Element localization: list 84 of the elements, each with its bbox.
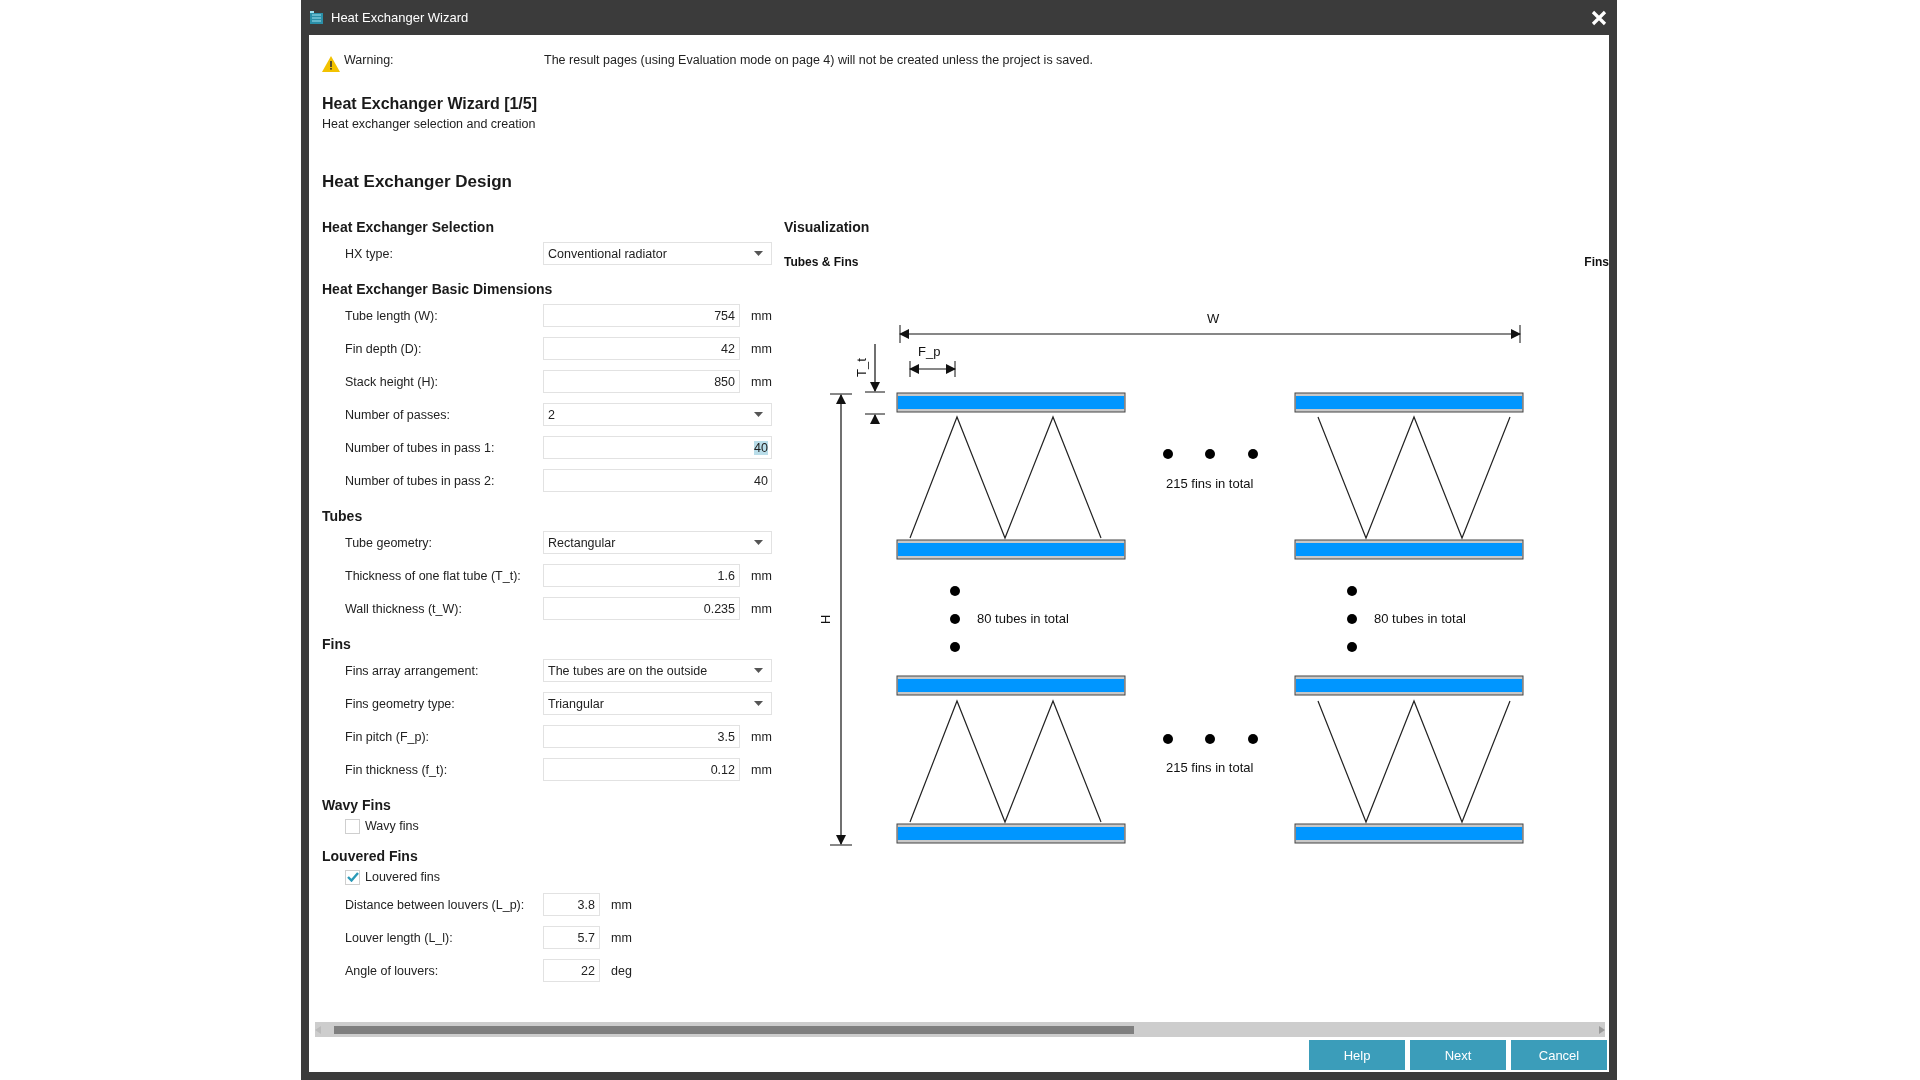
field-label: Wall thickness (t_W):: [345, 601, 463, 616]
checkbox-label[interactable]: Louvered fins: [365, 870, 441, 884]
window-title: Heat Exchanger Wizard: [331, 10, 470, 25]
field-label: Louver length (L_l):: [345, 930, 454, 945]
number-field[interactable]: 3.5: [543, 725, 740, 748]
section-heading: Visualization: [784, 218, 871, 237]
unit-label: mm: [751, 762, 772, 777]
number-field[interactable]: 0.12: [543, 758, 740, 781]
close-icon[interactable]: [1591, 9, 1607, 26]
number-field[interactable]: 40: [543, 469, 772, 492]
field-label: Fin pitch (F_p):: [345, 729, 431, 744]
caret-icon: [754, 540, 763, 545]
field-label: Number of passes:: [345, 407, 451, 422]
ellipsis-dots: [1347, 586, 1357, 652]
diagram-label: 215 fins in total: [1166, 760, 1254, 775]
unit-label: mm: [611, 930, 632, 945]
unit-label: mm: [751, 729, 772, 744]
checkbox[interactable]: [345, 869, 360, 885]
dropdown[interactable]: Triangular: [543, 692, 772, 715]
section-heading: Louvered Fins: [322, 847, 419, 866]
pitch-dimension-arrow: [909, 360, 956, 378]
caret-icon: [754, 668, 763, 673]
unit-label: mm: [751, 341, 772, 356]
section-heading: Heat Exchanger Basic Dimensions: [322, 280, 554, 299]
number-field[interactable]: 1.6: [543, 564, 740, 587]
caret-icon: [754, 412, 763, 417]
number-field[interactable]: 850: [543, 370, 740, 393]
app-icon: [309, 9, 325, 26]
diagram-label: H: [818, 614, 833, 624]
number-field[interactable]: 3.8: [543, 893, 600, 916]
unit-label: deg: [611, 963, 632, 978]
unit-label: mm: [751, 601, 772, 616]
caret-icon: [754, 701, 763, 706]
number-field[interactable]: 42: [543, 337, 740, 360]
warning-label: Warning:: [344, 53, 394, 67]
section-heading: Wavy Fins: [322, 796, 392, 815]
field-label: Tube length (W):: [345, 308, 439, 323]
diagram-label: 215 fins in total: [1166, 476, 1254, 491]
warning-message: The result pages (using Evaluation mode on page 4) will not be created unless the project is saved.: [544, 53, 1093, 67]
diagram-label: T_t: [854, 358, 869, 377]
page-heading: Heat Exchanger Design: [322, 172, 513, 192]
field-label: Fin thickness (f_t):: [345, 762, 449, 777]
panel-title: Fins: [1584, 255, 1609, 269]
field-label: HX type:: [345, 246, 394, 261]
diagram-label: W: [1207, 311, 1220, 326]
diagram-label: 80 tubes in total: [1374, 611, 1466, 626]
field-label: Number of tubes in pass 1:: [345, 440, 496, 455]
unit-label: mm: [751, 374, 772, 389]
unit-label: mm: [751, 568, 772, 583]
section-heading: Fins: [322, 635, 352, 654]
diagram-label: F_p: [918, 344, 941, 359]
dropdown[interactable]: The tubes are on the outside: [543, 659, 772, 682]
field-label: Fin depth (D):: [345, 341, 423, 356]
number-field[interactable]: 0.235: [543, 597, 740, 620]
caret-icon: [754, 251, 763, 256]
field-label: Tube geometry:: [345, 535, 434, 550]
unit-label: mm: [751, 308, 772, 323]
field-label: Fins geometry type:: [345, 696, 456, 711]
field-label: Fins array arrangement:: [345, 663, 480, 678]
scroll-right-icon[interactable]: [1599, 1025, 1605, 1034]
warning-icon: [322, 56, 340, 72]
field-label: Angle of louvers:: [345, 963, 440, 978]
wizard-subtitle: Heat exchanger selection and creation: [322, 117, 537, 131]
diagram-label: 80 tubes in total: [977, 611, 1069, 626]
dropdown[interactable]: Conventional radiator: [543, 242, 772, 265]
field-label: Stack height (H):: [345, 374, 440, 389]
number-field[interactable]: 40: [543, 436, 772, 459]
wizard-title: Heat Exchanger Wizard [1/5]: [322, 95, 539, 113]
horizontal-scrollbar[interactable]: [315, 1022, 1605, 1037]
field-label: Distance between louvers (L_p):: [345, 897, 526, 912]
dropdown[interactable]: Rectangular: [543, 531, 772, 554]
field-label: Number of tubes in pass 2:: [345, 473, 496, 488]
dropdown[interactable]: 2: [543, 403, 772, 426]
number-field[interactable]: 754: [543, 304, 740, 327]
number-field[interactable]: 5.7: [543, 926, 600, 949]
number-field[interactable]: 22: [543, 959, 600, 982]
checkbox-label[interactable]: Wavy fins: [365, 819, 419, 833]
section-heading: Tubes: [322, 507, 364, 526]
checkbox[interactable]: [345, 818, 360, 834]
panel-title: Tubes & Fins: [784, 255, 859, 269]
field-label: Thickness of one flat tube (T_t):: [345, 568, 522, 583]
unit-label: mm: [611, 897, 632, 912]
ellipsis-dots: [950, 586, 960, 652]
section-heading: Heat Exchanger Selection: [322, 218, 495, 237]
